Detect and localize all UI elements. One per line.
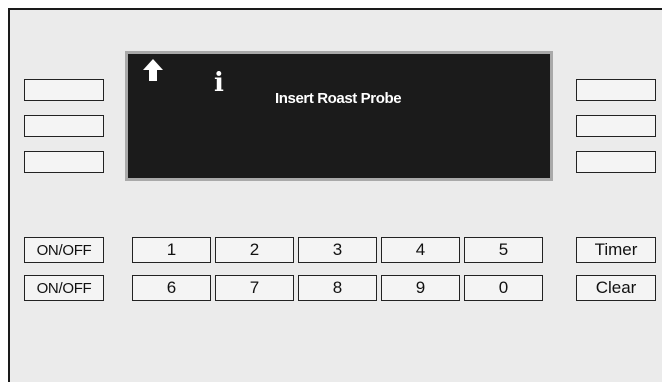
key-6[interactable]: 6 — [132, 275, 211, 301]
key-4[interactable]: 4 — [381, 237, 460, 263]
onoff-lower-button[interactable]: ON/OFF — [24, 275, 104, 301]
right-soft-key-1[interactable] — [576, 79, 656, 101]
key-0[interactable]: 0 — [464, 275, 543, 301]
key-9[interactable]: 9 — [381, 275, 460, 301]
display-screen: i Insert Roast Probe — [125, 51, 553, 181]
left-soft-key-1[interactable] — [24, 79, 104, 101]
key-2[interactable]: 2 — [215, 237, 294, 263]
key-8[interactable]: 8 — [298, 275, 377, 301]
oven-control-panel: i Insert Roast Probe ON/OFF ON/OFF 1 2 3… — [8, 8, 662, 382]
up-arrow-icon — [143, 59, 163, 81]
left-soft-key-2[interactable] — [24, 115, 104, 137]
clear-button[interactable]: Clear — [576, 275, 656, 301]
key-3[interactable]: 3 — [298, 237, 377, 263]
info-icon: i — [214, 68, 224, 98]
timer-button[interactable]: Timer — [576, 237, 656, 263]
right-soft-key-2[interactable] — [576, 115, 656, 137]
left-soft-key-3[interactable] — [24, 151, 104, 173]
onoff-upper-button[interactable]: ON/OFF — [24, 237, 104, 263]
key-1[interactable]: 1 — [132, 237, 211, 263]
right-soft-key-3[interactable] — [576, 151, 656, 173]
key-7[interactable]: 7 — [215, 275, 294, 301]
display-message: Insert Roast Probe — [275, 90, 402, 107]
key-5[interactable]: 5 — [464, 237, 543, 263]
